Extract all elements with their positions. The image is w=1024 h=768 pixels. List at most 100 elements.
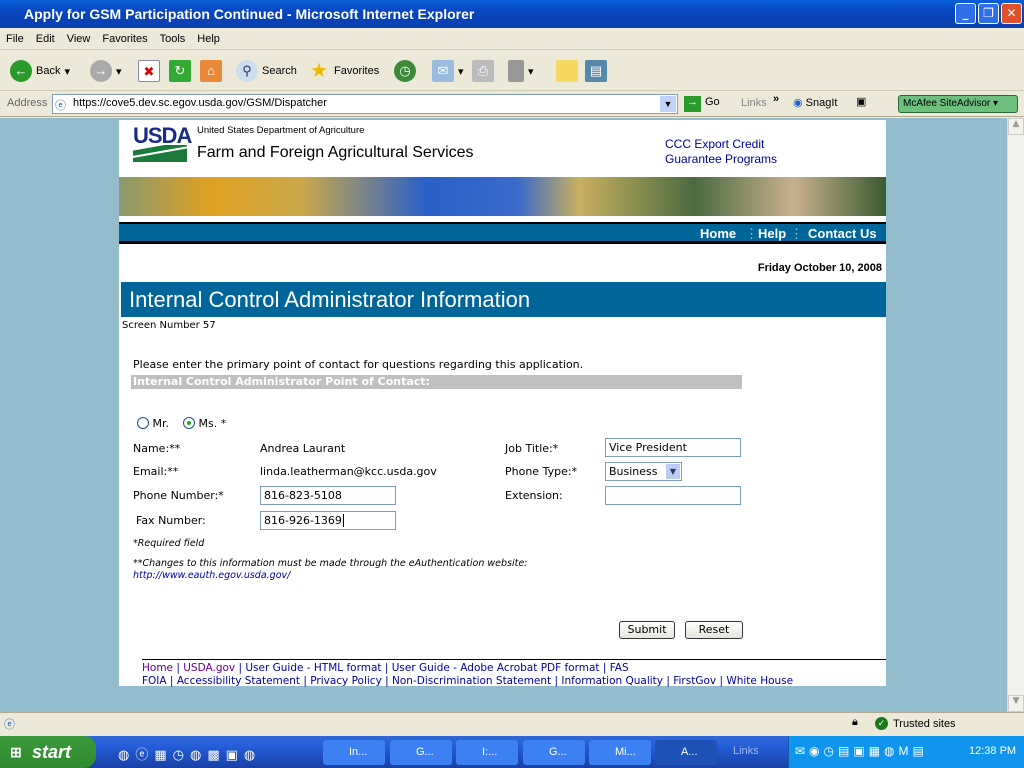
- footer-link-user-guide-pdf[interactable]: User Guide - Adobe Acrobat PDF format: [392, 662, 600, 674]
- search-button[interactable]: ⚲ Search: [236, 60, 297, 82]
- address-dropdown-icon[interactable]: ▼: [660, 96, 676, 112]
- title-bar: Apply for GSM Participation Continued - …: [0, 0, 1024, 28]
- scroll-up-icon[interactable]: ▲: [1008, 118, 1024, 135]
- footer-link-firstgov[interactable]: FirstGov: [673, 675, 716, 687]
- edit-icon: [508, 60, 524, 82]
- phone-number-input[interactable]: 816-823-5108: [260, 486, 396, 505]
- nav-home[interactable]: Home: [700, 226, 736, 241]
- web-page: USDA United States Department of Agricul…: [119, 120, 886, 687]
- menu-favorites[interactable]: Favorites: [96, 28, 153, 45]
- refresh-icon: ↻: [169, 60, 191, 82]
- task-button-active[interactable]: A...: [655, 740, 717, 765]
- footer-link-non-discrimination[interactable]: Non-Discrimination Statement: [392, 675, 551, 687]
- footer-link-foia[interactable]: FOIA: [142, 675, 167, 687]
- menu-edit[interactable]: Edit: [30, 28, 61, 45]
- task-button[interactable]: G...: [390, 740, 452, 765]
- radio-mr-input[interactable]: [137, 417, 149, 429]
- quick-launch-icons[interactable]: ◍ⓔ▦◷◍▩▣◍: [118, 744, 261, 763]
- snagit-capture-icon[interactable]: ▣: [856, 95, 866, 108]
- name-value: Andrea Laurant: [260, 442, 346, 455]
- history-button[interactable]: ◷: [394, 60, 416, 82]
- nav-contact-us[interactable]: Contact Us: [808, 226, 877, 241]
- radio-ms[interactable]: Ms. *: [183, 417, 226, 430]
- restore-button[interactable]: ❐: [978, 3, 999, 24]
- discuss-button[interactable]: [556, 60, 578, 82]
- chevron-down-icon[interactable]: ▼: [666, 464, 680, 479]
- phone-label: Phone Number:*: [133, 489, 224, 502]
- menu-file[interactable]: File: [0, 28, 30, 45]
- forward-button[interactable]: → ▾: [90, 60, 122, 82]
- snagit-button[interactable]: ◉ SnagIt: [793, 96, 837, 109]
- mail-icon: ✉: [432, 60, 454, 82]
- mail-button[interactable]: ✉ ▾: [432, 60, 464, 82]
- refresh-button[interactable]: ↻: [169, 60, 191, 82]
- reset-button[interactable]: Reset: [685, 621, 743, 639]
- extension-label: Extension:: [505, 489, 563, 502]
- fax-number-input[interactable]: 816-926-1369: [260, 511, 396, 530]
- agency-name: Farm and Foreign Agricultural Services: [197, 144, 474, 161]
- address-input[interactable]: ⓔ https://cove5.dev.sc.egov.usda.gov/GSM/…: [52, 94, 678, 114]
- program-link[interactable]: CCC Export Credit Guarantee Programs: [665, 137, 777, 167]
- trusted-check-icon: ✓: [875, 717, 888, 730]
- footer-link-usda[interactable]: USDA.gov: [183, 662, 235, 674]
- department-name: United States Department of Agriculture: [197, 125, 365, 136]
- start-button[interactable]: ⊞ start: [0, 736, 96, 768]
- footer-link-white-house[interactable]: White House: [726, 675, 793, 687]
- menu-help[interactable]: Help: [191, 28, 226, 45]
- forward-arrow-icon: →: [90, 60, 112, 82]
- footer-link-privacy[interactable]: Privacy Policy: [310, 675, 382, 687]
- screen-number: Screen Number 57: [122, 320, 216, 331]
- print-button[interactable]: ⎙: [472, 60, 494, 82]
- status-bar: ⓔ 🔒︎ ✓ Trusted sites: [0, 712, 1024, 736]
- edit-button[interactable]: ▾: [508, 60, 534, 82]
- radio-ms-input[interactable]: [183, 417, 195, 429]
- task-button[interactable]: I:...: [456, 740, 518, 765]
- mcafee-siteadvisor-button[interactable]: McAfee SiteAdvisor ▾: [898, 95, 1018, 113]
- fax-label: Fax Number:: [136, 514, 206, 527]
- job-title-input[interactable]: Vice President: [605, 438, 741, 457]
- menu-tools[interactable]: Tools: [154, 28, 192, 45]
- section-header: Internal Control Administrator Point of …: [131, 375, 742, 389]
- task-button[interactable]: G...: [523, 740, 585, 765]
- scroll-down-icon[interactable]: ▼: [1008, 695, 1024, 712]
- toolbar: ← Back ▾ → ▾ ✖ ↻ ⌂ ⚲ Search ★ Favorites ◷ ✉…: [0, 51, 1024, 91]
- links-label[interactable]: Links: [741, 97, 767, 109]
- instructions-text: Please enter the primary point of contac…: [133, 358, 584, 371]
- nav-help[interactable]: Help: [758, 226, 786, 241]
- taskbar-links[interactable]: Links: [733, 745, 759, 757]
- name-label: Name:**: [133, 442, 181, 455]
- tray-icons[interactable]: ✉◉◷▤▣▦◍M▤: [795, 744, 928, 758]
- close-button[interactable]: ✕: [1001, 3, 1022, 24]
- footer-link-information-quality[interactable]: Information Quality: [561, 675, 663, 687]
- stop-icon: ✖: [138, 60, 160, 82]
- task-button[interactable]: Mi...: [589, 740, 651, 765]
- stop-button[interactable]: ✖: [138, 60, 160, 82]
- footer-link-user-guide-html[interactable]: User Guide - HTML format: [245, 662, 381, 674]
- research-button[interactable]: ▤: [585, 60, 607, 82]
- menu-view[interactable]: View: [61, 28, 97, 45]
- footer-link-home[interactable]: Home: [142, 662, 173, 674]
- footer-link-fas[interactable]: FAS: [610, 662, 629, 674]
- usda-logo-mark: [133, 145, 187, 162]
- eauth-link[interactable]: http://www.eauth.egov.usda.gov/: [133, 570, 290, 581]
- radio-mr[interactable]: Mr.: [137, 417, 169, 430]
- ie-page-icon: ⓔ: [4, 719, 15, 731]
- print-icon: ⎙: [472, 60, 494, 82]
- menu-bar: File Edit View Favorites Tools Help: [0, 28, 1024, 50]
- favorites-button[interactable]: ★ Favorites: [308, 60, 379, 82]
- phone-type-select[interactable]: Business ▼: [605, 462, 682, 481]
- home-button[interactable]: ⌂: [200, 60, 222, 82]
- window-title: Apply for GSM Participation Continued - …: [24, 6, 475, 22]
- submit-button[interactable]: Submit: [619, 621, 675, 639]
- phone-type-label: Phone Type:*: [505, 465, 578, 478]
- back-button[interactable]: ← Back ▾: [10, 60, 70, 82]
- minimize-button[interactable]: _: [955, 3, 976, 24]
- required-note: *Required field: [133, 538, 205, 549]
- task-button[interactable]: In...: [323, 740, 385, 765]
- extension-input[interactable]: [605, 486, 741, 505]
- vertical-scrollbar[interactable]: ▲ ▼: [1007, 118, 1024, 712]
- footer-link-accessibility[interactable]: Accessibility Statement: [177, 675, 300, 687]
- go-button[interactable]: → Go: [684, 96, 720, 112]
- links-chevron-icon[interactable]: »: [773, 93, 779, 105]
- page-title: Internal Control Administrator Informati…: [121, 282, 886, 317]
